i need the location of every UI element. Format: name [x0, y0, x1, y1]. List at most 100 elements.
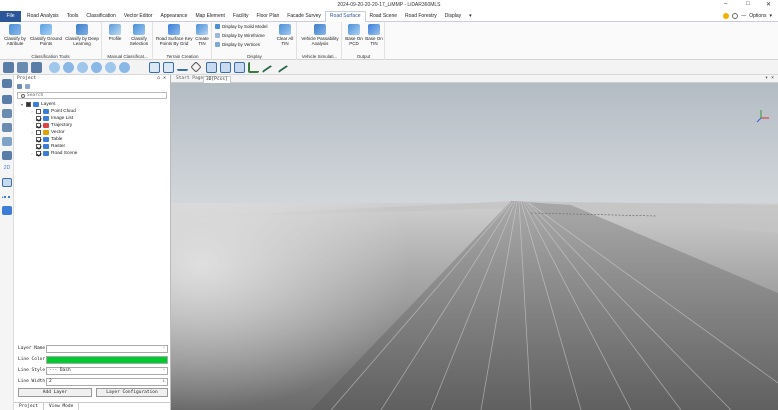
tab-3d-view[interactable]: 3D[Pcss] — [203, 76, 231, 83]
menu-tab[interactable]: Road Analysis — [23, 11, 63, 22]
top-view-icon[interactable] — [119, 62, 130, 73]
menu-tab[interactable]: Road Forestry — [401, 11, 441, 22]
line-tool-icon[interactable] — [177, 64, 188, 71]
menu-tab[interactable]: Facade Survey — [283, 11, 325, 22]
display-wireframe-button[interactable]: Display by Wireframe — [215, 33, 265, 38]
line-color-swatch[interactable] — [46, 355, 168, 364]
clear-all-tin-button[interactable]: Clear All TIN — [275, 24, 295, 46]
line-style-select[interactable]: --- Dash ˅ — [46, 366, 168, 375]
menu-tab[interactable]: ▾ — [465, 11, 476, 22]
screen-icon[interactable] — [2, 206, 12, 215]
minimize-ribbon-icon[interactable]: — — [741, 13, 746, 19]
edit-tool-icon[interactable] — [2, 109, 12, 118]
layer-configuration-button[interactable]: Layer Configuration — [96, 388, 168, 397]
2d-view-icon[interactable]: 2D — [2, 165, 12, 174]
classify-selection-button[interactable]: Classify Selection — [127, 24, 151, 46]
stepper-icon[interactable]: ⇕ — [162, 379, 165, 385]
layer-tree-item[interactable]: Raster — [20, 143, 170, 150]
layer-tool-icon[interactable] — [2, 95, 12, 104]
base-on-pcd-button[interactable]: Base On PCD — [345, 24, 363, 46]
expander-icon[interactable]: › — [30, 109, 34, 114]
axis-icon[interactable] — [248, 62, 259, 73]
profile-button[interactable]: Profile — [105, 24, 125, 41]
layer-tree-item[interactable]: › Vector — [20, 129, 170, 136]
search-input[interactable]: Search — [17, 92, 167, 99]
3d-viewport[interactable] — [171, 83, 778, 410]
options-menu[interactable]: Options — [749, 13, 766, 19]
view-mode-a-icon[interactable] — [206, 62, 217, 73]
feedback-icon[interactable] — [723, 13, 730, 19]
layer-checkbox[interactable] — [36, 151, 41, 156]
fit-view-icon[interactable] — [2, 137, 12, 146]
menu-tab[interactable]: Road Surface — [324, 11, 366, 22]
vehicle-passability-button[interactable]: Vehicle Passability Analysis — [300, 24, 340, 46]
layer-checkbox[interactable] — [36, 130, 41, 135]
menu-tab[interactable]: Tools — [63, 11, 83, 22]
back-view-icon[interactable] — [77, 62, 88, 73]
line-width-stepper[interactable]: 2 ⇕ — [46, 377, 168, 386]
menu-tab[interactable]: Floor Plan — [252, 11, 283, 22]
classify-ground-points-button[interactable]: Classify Ground Points — [30, 24, 62, 46]
point-cloud-scene[interactable] — [171, 83, 778, 410]
layer-checkbox[interactable] — [26, 102, 31, 107]
cube-icon[interactable] — [2, 151, 12, 160]
view-mode-b-icon[interactable] — [220, 62, 231, 73]
viewport-controls[interactable]: ▾ × — [765, 75, 774, 81]
create-tin-button[interactable]: Create TIN — [194, 24, 210, 46]
layer-checkbox[interactable] — [36, 109, 41, 114]
expander-icon[interactable]: › — [30, 130, 34, 135]
view-mode-c-icon[interactable] — [234, 62, 245, 73]
layer-tree-item[interactable]: › Point Cloud — [20, 108, 170, 115]
front-view-icon[interactable] — [63, 62, 74, 73]
menu-tab[interactable]: Map Element — [191, 11, 228, 22]
right-view-icon[interactable] — [105, 62, 116, 73]
options-chevron-icon[interactable]: ▾ — [769, 13, 772, 19]
maximize-button[interactable]: □ — [746, 1, 750, 7]
tab-project[interactable]: Project — [14, 403, 44, 410]
left-view-icon[interactable] — [91, 62, 102, 73]
menu-tab[interactable]: Vector Editor — [120, 11, 157, 22]
add-layer-button[interactable]: Add Layer — [18, 388, 92, 397]
tab-view-mode[interactable]: View Mode — [44, 403, 80, 410]
display-vertices-button[interactable]: Display by Vertices — [215, 42, 260, 47]
close-button[interactable]: ✕ — [766, 1, 771, 8]
sphere-view-icon[interactable] — [49, 62, 60, 73]
minimize-button[interactable]: – — [724, 1, 727, 7]
layer-tree-item[interactable]: › Road Scene — [20, 150, 170, 157]
dots-icon[interactable] — [2, 196, 12, 200]
tab-start-page[interactable]: Start Page — [174, 76, 205, 82]
settings-icon[interactable] — [732, 13, 739, 19]
menu-tab[interactable]: Classification — [82, 11, 119, 22]
layer-tree-item[interactable]: ▾ Layers — [20, 101, 170, 108]
box-select-icon[interactable] — [149, 62, 160, 73]
display-solid-model-button[interactable]: Display by Solid Model — [215, 24, 268, 29]
layer-checkbox[interactable] — [36, 123, 41, 128]
classify-by-attribute-button[interactable]: Classify by Attribute — [2, 24, 28, 46]
collapse-icon[interactable] — [25, 83, 30, 89]
menu-tab[interactable]: Display — [441, 11, 465, 22]
layer-checkbox[interactable] — [36, 116, 41, 121]
road-surface-key-points-button[interactable]: Road Surface Key Points By Grid — [156, 24, 193, 46]
layer-name-field[interactable]: ˅ — [46, 344, 168, 353]
layer-tree-item[interactable]: Trajectory — [20, 122, 170, 129]
polygon-select-icon[interactable] — [163, 62, 174, 73]
print-icon[interactable] — [17, 83, 22, 89]
layer-checkbox[interactable] — [36, 144, 41, 149]
3d-view-icon[interactable] — [2, 178, 12, 187]
import-icon[interactable] — [2, 79, 12, 88]
menu-tab[interactable]: Appearance — [156, 11, 191, 22]
window-tool-icon[interactable] — [2, 123, 12, 132]
measure-icon[interactable] — [17, 62, 28, 73]
select-icon[interactable] — [3, 62, 14, 73]
expander-icon[interactable]: ▾ — [20, 102, 24, 107]
classify-deep-learning-button[interactable]: Classify by Deep Learning — [64, 24, 100, 46]
layer-tree-item[interactable]: Table — [20, 136, 170, 143]
panel-pin-close-icon[interactable]: ⌂ ✕ — [157, 75, 166, 81]
layer-checkbox[interactable] — [36, 137, 41, 142]
base-on-tin-button[interactable]: Base On TIN — [365, 24, 383, 46]
menu-file[interactable]: File — [0, 11, 21, 22]
cross-tool-icon[interactable] — [190, 61, 202, 73]
layer-tree-item[interactable]: Image List — [20, 115, 170, 122]
menu-tab[interactable]: Facility — [229, 11, 253, 22]
rotate-icon[interactable] — [31, 62, 42, 73]
